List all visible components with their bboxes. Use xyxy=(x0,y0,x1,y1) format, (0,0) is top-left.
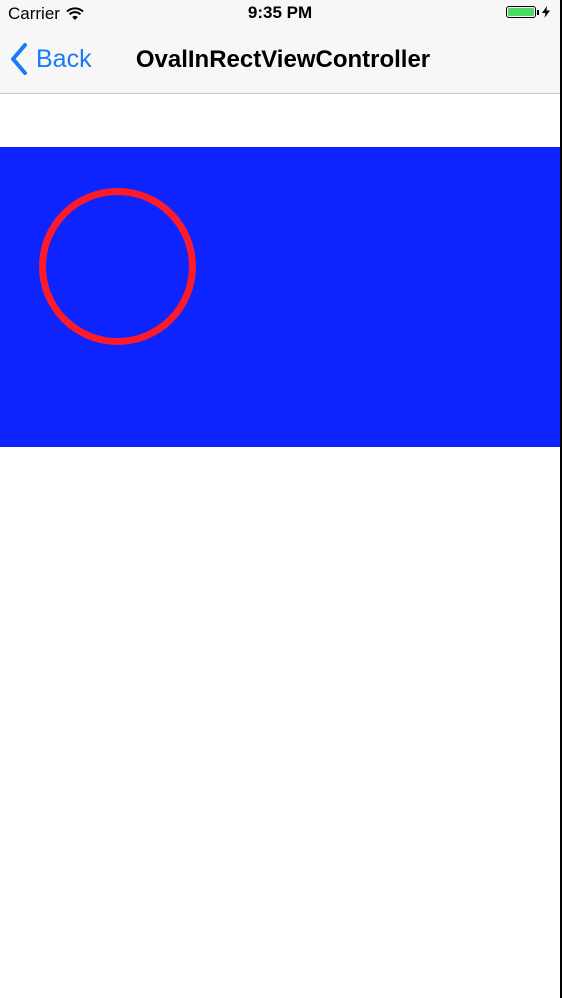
battery-indicator xyxy=(506,6,550,18)
battery-fill xyxy=(508,8,534,16)
navigation-bar: Back OvalInRectViewController xyxy=(0,28,560,94)
battery-icon xyxy=(506,6,536,18)
status-bar: Carrier 9:35 PM xyxy=(0,0,560,28)
charging-bolt-icon xyxy=(542,6,550,18)
battery-tip xyxy=(537,9,539,15)
status-time: 9:35 PM xyxy=(247,3,313,22)
blue-rect-view xyxy=(0,147,560,447)
red-oval-shape xyxy=(39,188,196,345)
page-title: OvalInRectViewController xyxy=(135,46,431,73)
